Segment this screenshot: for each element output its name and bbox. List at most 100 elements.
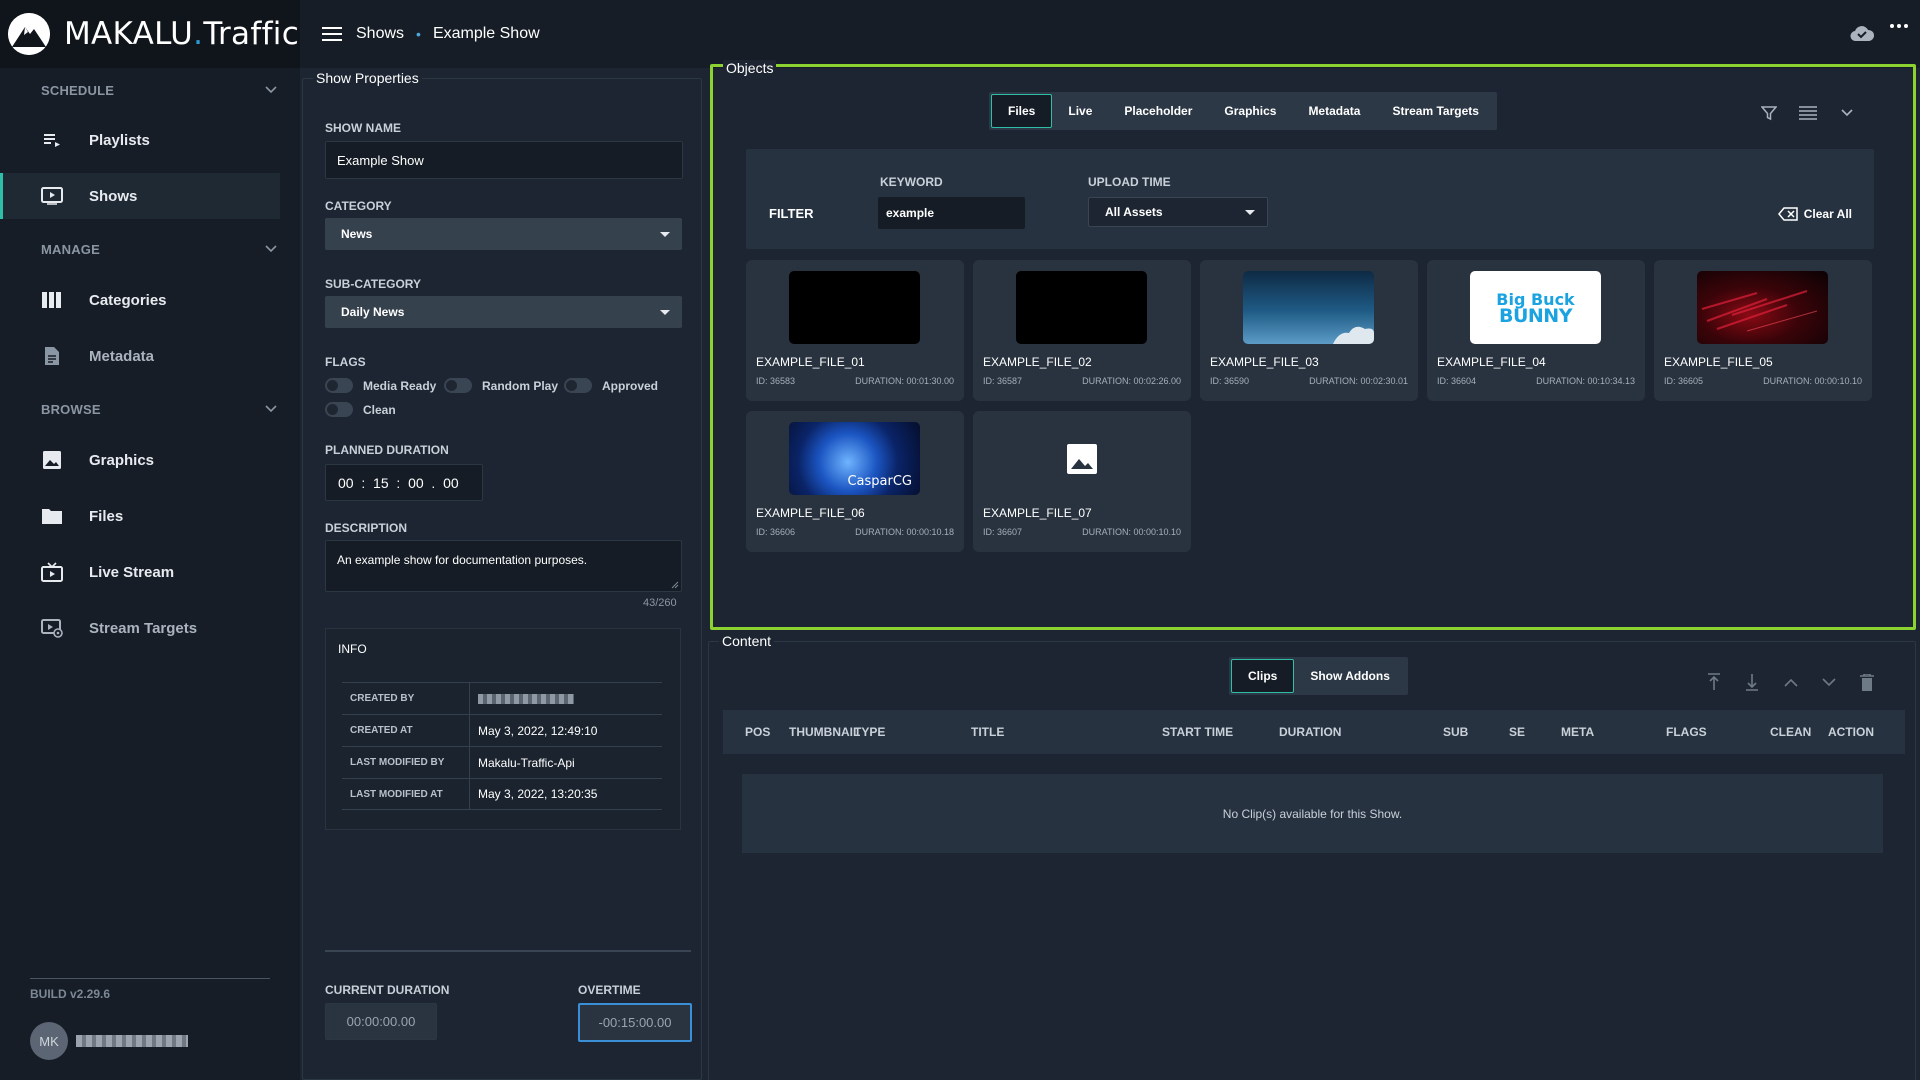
sidebar-item-files[interactable]: Files <box>0 493 280 539</box>
file-thumbnail <box>789 271 920 344</box>
image-icon <box>41 449 63 471</box>
toggle-switch[interactable] <box>564 378 592 393</box>
folder-icon <box>41 505 63 527</box>
flag-random-play[interactable]: Random Play <box>444 378 558 393</box>
file-thumbnail <box>1016 271 1147 344</box>
sidebar-item-graphics[interactable]: Graphics <box>0 437 280 483</box>
toggle-switch[interactable] <box>444 378 472 393</box>
subcategory-select[interactable]: Daily News <box>325 296 682 328</box>
app-title: MAKALU.Traffic <box>64 16 300 52</box>
info-title: INFO <box>338 642 367 656</box>
panel-title: Content <box>719 633 775 649</box>
sidebar-item-categories[interactable]: Categories <box>0 277 280 323</box>
more-options-icon[interactable] <box>1890 24 1908 28</box>
panel-title: Objects <box>723 60 777 76</box>
thumbnail-text: CasparCG <box>847 474 912 489</box>
file-duration: DURATION: 00:10:34.13 <box>1536 376 1635 386</box>
tab-live[interactable]: Live <box>1052 94 1108 128</box>
tab-clips[interactable]: Clips <box>1231 659 1295 693</box>
col-thumbnail: THUMBNAIL <box>789 725 861 739</box>
objects-panel: Objects Files Live Placeholder Graphics … <box>710 60 1916 630</box>
toggle-switch[interactable] <box>325 402 353 417</box>
delete-icon[interactable] <box>1860 674 1874 691</box>
list-view-icon[interactable] <box>1799 106 1817 120</box>
sidebar-item-label: Categories <box>89 291 167 309</box>
overtime-field: -00:15:00.00 <box>578 1003 692 1042</box>
frames[interactable]: 00 <box>443 475 459 491</box>
file-name: EXAMPLE_FILE_03 <box>1210 355 1319 369</box>
sidebar-item-label: Files <box>89 507 124 525</box>
filter-bar: FILTER KEYWORD example UPLOAD TIME All A… <box>746 149 1874 249</box>
info-box: INFO CREATED BY CREATED AT May 3, 2022, 1… <box>325 628 681 830</box>
play-box-icon <box>41 185 63 207</box>
sidebar-item-label: Playlists <box>89 131 150 149</box>
file-duration: DURATION: 00:00:10.18 <box>855 527 954 537</box>
hours[interactable]: 00 <box>338 475 354 491</box>
file-card[interactable]: EXAMPLE_FILE_05 ID: 36605 DURATION: 00:0… <box>1654 260 1872 401</box>
filter-icon[interactable] <box>1761 105 1777 121</box>
file-duration: DURATION: 00:00:10.10 <box>1082 527 1181 537</box>
chevron-down-icon[interactable] <box>1822 678 1836 687</box>
clear-all-button[interactable]: Clear All <box>1777 207 1852 221</box>
sidebar-item-shows[interactable]: Shows <box>0 173 280 219</box>
section-manage[interactable]: MANAGE <box>41 237 277 261</box>
hamburger-menu-icon[interactable] <box>322 27 342 41</box>
planned-duration-label: PLANNED DURATION <box>325 443 449 457</box>
category-select[interactable]: News <box>325 218 682 250</box>
col-sub: SUB <box>1443 725 1469 739</box>
toggle-switch[interactable] <box>325 378 353 393</box>
section-schedule[interactable]: SCHEDULE <box>41 78 277 102</box>
sidebar-item-playlists[interactable]: Playlists <box>0 117 280 163</box>
info-row-modified-at: LAST MODIFIED AT May 3, 2022, 13:20:35 <box>342 778 662 810</box>
file-card[interactable]: EXAMPLE_FILE_02 ID: 36587 DURATION: 00:0… <box>973 260 1191 401</box>
created-by-redacted <box>478 693 574 704</box>
mountain-logo-icon <box>8 13 50 55</box>
flag-approved[interactable]: Approved <box>564 378 658 393</box>
tab-placeholder[interactable]: Placeholder <box>1108 94 1208 128</box>
sidebar-item-live-stream[interactable]: Live Stream <box>0 549 280 595</box>
tab-files[interactable]: Files <box>991 94 1053 128</box>
seconds[interactable]: 00 <box>408 475 424 491</box>
flag-label: Random Play <box>482 378 559 393</box>
chevron-down-icon[interactable] <box>1841 109 1853 117</box>
resize-handle-icon[interactable] <box>671 581 679 589</box>
content-tabs: Clips Show Addons <box>1229 657 1408 695</box>
file-card[interactable]: EXAMPLE_FILE_01 ID: 36583 DURATION: 00:0… <box>746 260 964 401</box>
info-value: Makalu-Traffic-Api <box>478 755 575 770</box>
description-textarea[interactable]: An example show for documentation purpos… <box>325 540 682 592</box>
cloud-icon[interactable] <box>1850 24 1874 42</box>
info-key: CREATED BY <box>342 683 470 714</box>
planned-duration-field[interactable]: 00 : 15 : 00 . 00 <box>325 464 483 501</box>
tab-show-addons[interactable]: Show Addons <box>1294 659 1406 693</box>
tab-stream-targets[interactable]: Stream Targets <box>1376 94 1494 128</box>
file-card[interactable]: EXAMPLE_FILE_03 ID: 36590 DURATION: 00:0… <box>1200 260 1418 401</box>
category-label: CATEGORY <box>325 199 392 213</box>
col-meta: META <box>1561 725 1595 739</box>
col-clean: CLEAN <box>1770 725 1812 739</box>
file-card[interactable]: CasparCG EXAMPLE_FILE_06 ID: 36606 DURAT… <box>746 411 964 552</box>
subcategory-label: SUB-CATEGORY <box>325 277 421 291</box>
minutes[interactable]: 15 <box>373 475 389 491</box>
user-menu[interactable]: MK <box>30 1022 188 1060</box>
tab-metadata[interactable]: Metadata <box>1292 94 1376 128</box>
file-card[interactable]: EXAMPLE_FILE_07 ID: 36607 DURATION: 00:0… <box>973 411 1191 552</box>
char-count: 43/260 <box>643 597 677 609</box>
file-card[interactable]: Big Buck BUNNY EXAMPLE_FILE_04 ID: 36604… <box>1427 260 1645 401</box>
keyword-input[interactable]: example <box>878 197 1025 229</box>
section-browse[interactable]: BROWSE <box>41 397 277 421</box>
move-to-bottom-icon[interactable] <box>1745 673 1759 691</box>
show-name-field[interactable]: Example Show <box>325 141 683 179</box>
chevron-up-icon[interactable] <box>1784 678 1798 687</box>
file-id: ID: 36605 <box>1664 376 1704 386</box>
move-to-top-icon[interactable] <box>1707 673 1721 691</box>
flag-media-ready[interactable]: Media Ready <box>325 378 436 393</box>
app-logo[interactable]: MAKALU.Traffic <box>0 0 300 68</box>
current-duration-field: 00:00:00.00 <box>325 1003 437 1040</box>
col-start-time: START TIME <box>1162 725 1234 739</box>
tab-graphics[interactable]: Graphics <box>1208 94 1292 128</box>
sidebar-item-stream-targets[interactable]: Stream Targets <box>0 605 280 651</box>
flag-clean[interactable]: Clean <box>325 402 396 417</box>
breadcrumb-shows[interactable]: Shows <box>356 25 404 43</box>
sidebar-item-metadata[interactable]: Metadata <box>0 333 280 379</box>
upload-time-select[interactable]: All Assets <box>1088 197 1268 227</box>
